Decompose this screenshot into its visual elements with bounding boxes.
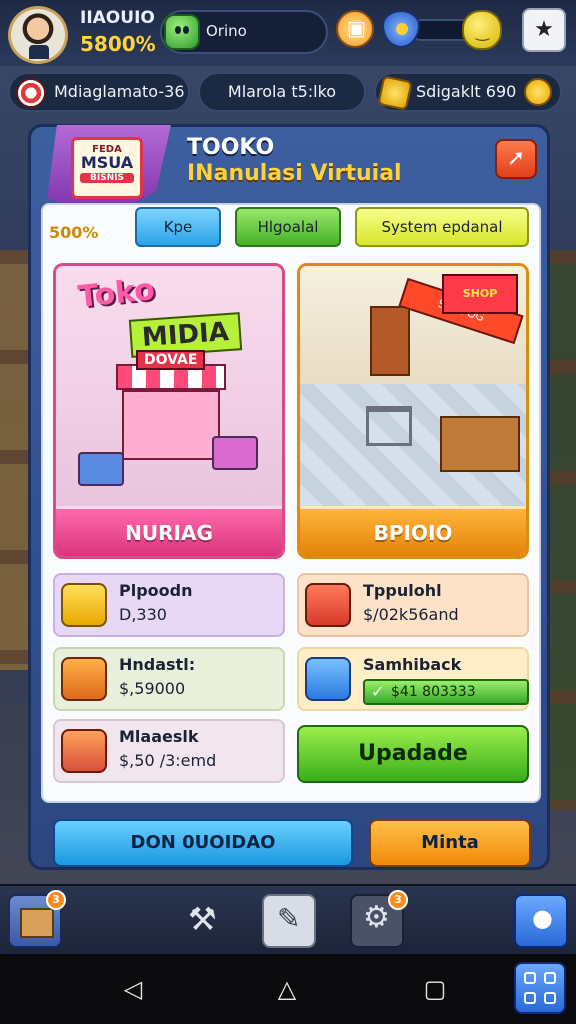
badge-line3: BISNIS bbox=[80, 173, 134, 183]
info-1-value: D,330 bbox=[119, 605, 167, 624]
background-shelf-right bbox=[546, 250, 576, 810]
art-left-title: Toko bbox=[76, 272, 157, 315]
map-pin-icon[interactable] bbox=[514, 894, 568, 948]
primary-action-button[interactable]: DON 0UOIDAO bbox=[53, 819, 353, 867]
shopping-cart-icon bbox=[366, 406, 412, 446]
smile-icon bbox=[524, 78, 552, 106]
info-3-title: Hndastl: bbox=[119, 655, 196, 674]
shop-icon[interactable] bbox=[336, 10, 374, 48]
shield-icon[interactable] bbox=[382, 10, 420, 48]
cube-icon bbox=[305, 657, 351, 701]
close-icon[interactable]: ➚ bbox=[495, 139, 537, 179]
store-percent: 500% bbox=[49, 223, 99, 242]
info-3-value: $,59000 bbox=[119, 679, 186, 698]
system-nav-bar: ◁ △ ▢ bbox=[0, 954, 576, 1024]
badge-line2: MSUA bbox=[80, 153, 134, 172]
tab-hlgoalal[interactable]: Hlgoalal bbox=[235, 207, 341, 247]
info-5-value: $,50 /3:emd bbox=[119, 751, 217, 770]
gear-icon[interactable]: 3 bbox=[350, 890, 408, 948]
panel-title: TOOKO bbox=[187, 135, 275, 160]
star-icon[interactable]: ★ bbox=[522, 8, 566, 52]
card-right-label: BPIOIO bbox=[300, 509, 526, 556]
gem-icon bbox=[164, 14, 200, 50]
panel-subtitle: INanulasi Virtuial bbox=[187, 161, 402, 186]
box-notification-badge: 3 bbox=[46, 890, 66, 910]
home-icon[interactable]: △ bbox=[272, 974, 302, 1004]
box-icon[interactable]: 3 bbox=[8, 890, 66, 948]
room-counter bbox=[440, 416, 520, 472]
tab-system[interactable]: System epdanal bbox=[355, 207, 529, 247]
info-4-progress: ✓ $41 803333 bbox=[363, 679, 529, 705]
gem-value: Orino bbox=[206, 22, 247, 40]
resource-middle-label: Mlarola t5:lko bbox=[227, 82, 337, 101]
check-icon: ✓ bbox=[371, 682, 385, 701]
tab-kpe[interactable]: Kpe bbox=[135, 207, 221, 247]
resource-right[interactable]: Sdigaklt 690 bbox=[374, 72, 562, 112]
info-5-title: Mlaaeslk bbox=[119, 727, 199, 746]
crate-right bbox=[212, 436, 258, 470]
store-art-left: Toko MIDIA DOVAE bbox=[56, 266, 282, 506]
info-card-1[interactable]: Plpoodn D,330 bbox=[53, 573, 285, 637]
recent-icon[interactable]: ▢ bbox=[420, 974, 450, 1004]
avatar[interactable] bbox=[8, 6, 68, 64]
card-left-label: NURIAG bbox=[56, 509, 282, 556]
stall-icon bbox=[61, 657, 107, 701]
crate-left bbox=[78, 452, 124, 486]
info-card-5[interactable]: Mlaaeslk $,50 /3:emd bbox=[53, 719, 285, 783]
resource-middle[interactable]: Mlarola t5:lko bbox=[198, 72, 366, 112]
store-badge-sign: FEDA MSUA BISNIS bbox=[71, 137, 143, 199]
player-percent: 5800% bbox=[80, 32, 156, 56]
minta-button[interactable]: Minta bbox=[369, 819, 531, 867]
upgrade-button[interactable]: Upadade bbox=[297, 725, 529, 783]
info-2-value: $/02k56and bbox=[363, 605, 459, 624]
info-card-3[interactable]: Hndastl: $,59000 bbox=[53, 647, 285, 711]
store-panel: FEDA MSUA BISNIS TOOKO INanulasi Virtuia… bbox=[28, 124, 550, 870]
store-card-left[interactable]: Toko MIDIA DOVAE NURIAG bbox=[53, 263, 285, 559]
resource-row: Mdiaglamato-36 Mlarola t5:lko Sdigaklt 6… bbox=[0, 72, 576, 114]
room-door bbox=[370, 306, 410, 376]
info-card-4[interactable]: Samhiback ✓ $41 803333 bbox=[297, 647, 529, 711]
stall-body bbox=[122, 390, 220, 460]
store-card-right[interactable]: SHOPOG SHOP BPIOIO bbox=[297, 263, 529, 559]
resource-left[interactable]: Mdiaglamato-36 bbox=[8, 72, 190, 112]
info-4-value: $41 803333 bbox=[391, 684, 476, 700]
info-4-title: Samhiback bbox=[363, 655, 462, 674]
note-icon[interactable] bbox=[262, 894, 316, 948]
tool-icon[interactable] bbox=[178, 894, 232, 948]
store-art-right: SHOPOG SHOP bbox=[300, 266, 526, 506]
bottom-toolbar: 3 3 bbox=[0, 884, 576, 954]
box-orange-icon bbox=[61, 729, 107, 773]
candy-icon bbox=[16, 78, 46, 108]
box-red-icon bbox=[305, 583, 351, 627]
top-hud: IIAOUIO 5800% Orino ★ bbox=[0, 0, 576, 66]
info-card-2[interactable]: Tppulohl $/02k56and bbox=[297, 573, 529, 637]
bag-icon bbox=[61, 583, 107, 627]
lemon-icon[interactable] bbox=[462, 10, 502, 50]
player-name: IIAOUIO bbox=[80, 8, 155, 28]
gear-notification-badge: 3 bbox=[388, 890, 408, 910]
grid-icon[interactable] bbox=[514, 962, 566, 1014]
coin-icon bbox=[377, 75, 413, 111]
info-2-title: Tppulohl bbox=[363, 581, 442, 600]
gem-counter[interactable]: Orino bbox=[160, 10, 328, 54]
resource-right-label: Sdigaklt 690 bbox=[416, 82, 517, 101]
resource-left-label: Mdiaglamato-36 bbox=[54, 82, 185, 101]
stall-sign: DOVAE bbox=[136, 350, 206, 370]
back-icon[interactable]: ◁ bbox=[118, 974, 148, 1004]
info-1-title: Plpoodn bbox=[119, 581, 193, 600]
room-sign: SHOP bbox=[442, 274, 518, 314]
